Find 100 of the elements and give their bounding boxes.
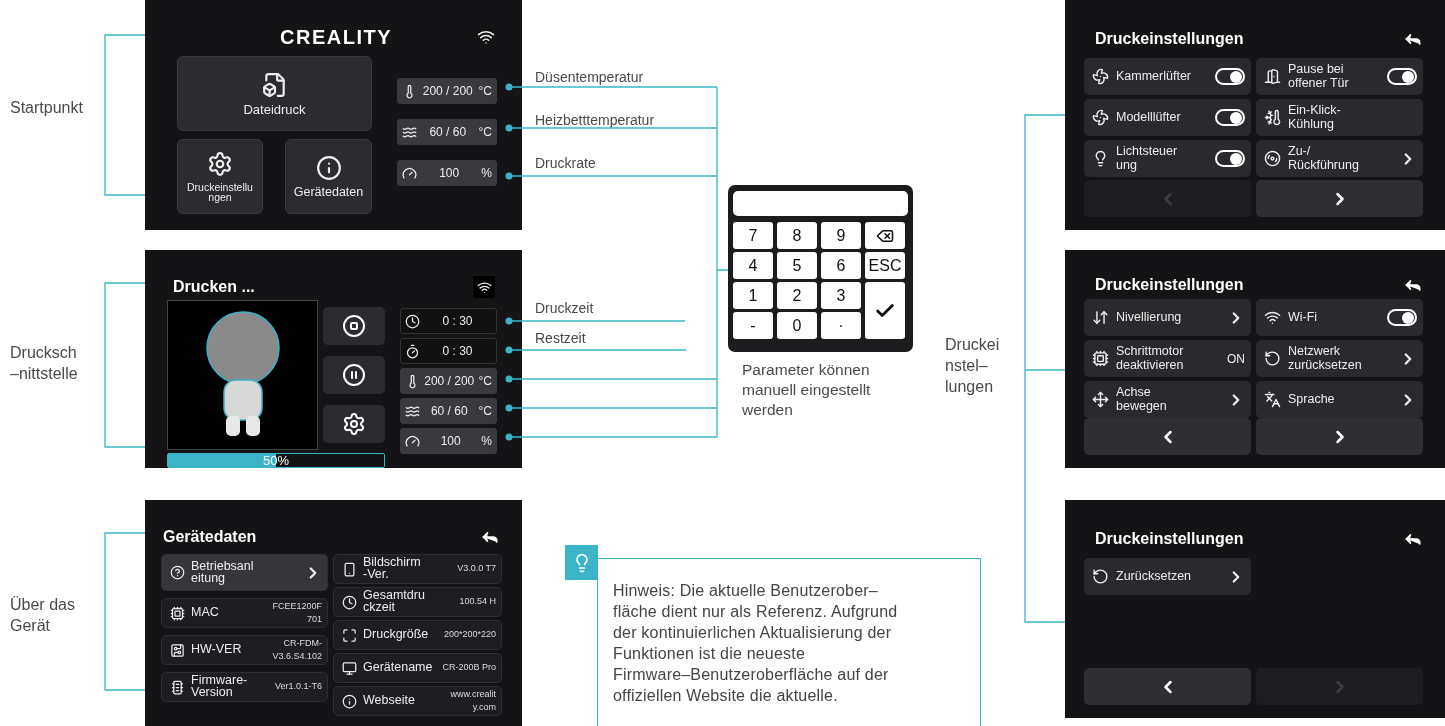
- monitor-icon: [342, 660, 357, 676]
- confirm-key[interactable]: [865, 282, 905, 339]
- toggle-switch[interactable]: [1215, 68, 1245, 85]
- readout-field[interactable]: 200 / 200 °C: [400, 368, 497, 394]
- settings-item[interactable]: Netzwerk zurücksetzen: [1256, 340, 1423, 377]
- wifi-icon: [477, 28, 495, 46]
- stop-icon: [342, 314, 366, 338]
- row-value: V3.0.0 T7: [457, 562, 496, 576]
- keypad-key[interactable]: 9: [821, 222, 861, 249]
- settings-item[interactable]: Sprache: [1256, 381, 1423, 418]
- settings-item[interactable]: Lichtsteuer ung: [1084, 140, 1251, 177]
- settings-item[interactable]: Zurücksetzen: [1084, 558, 1251, 595]
- clock-icon: [342, 594, 357, 610]
- disc-icon: [1264, 150, 1281, 167]
- keypad-key[interactable]: 0: [777, 312, 817, 339]
- input-field[interactable]: [733, 191, 908, 216]
- keypad-key[interactable]: ·: [821, 312, 861, 339]
- toggle-switch[interactable]: [1215, 150, 1245, 167]
- screen-title: Druckeinstellungen: [1095, 275, 1244, 294]
- item-label: Pause bei offener Tür: [1288, 63, 1350, 90]
- settings-item[interactable]: Wi-Fi: [1256, 299, 1423, 336]
- keypad-key[interactable]: -: [733, 312, 773, 339]
- help-icon: [170, 565, 185, 580]
- stop-button[interactable]: [323, 307, 385, 345]
- keypad-key[interactable]: 8: [777, 222, 817, 249]
- row-label: Druckgröße: [363, 629, 430, 641]
- screen-title: Drucken ...: [173, 278, 255, 296]
- menu-tile[interactable]: Dateidruck: [177, 56, 372, 131]
- toggle-switch[interactable]: [1387, 309, 1417, 326]
- section-label: Drucksch –nittstelle: [10, 343, 78, 384]
- info-icon: [315, 154, 342, 181]
- row-label: Gesamtdru ckzeit: [363, 590, 426, 614]
- toggle-switch[interactable]: [1215, 109, 1245, 126]
- readout-field[interactable]: 0 : 30: [400, 338, 497, 364]
- settings-item[interactable]: Zu-/ Rückführung: [1256, 140, 1423, 177]
- section-label: Druckei nstel– lungen: [945, 335, 1000, 397]
- readout-field[interactable]: 100 %: [397, 160, 497, 186]
- chip-icon: [170, 605, 185, 621]
- keypad-key[interactable]: 1: [733, 282, 773, 309]
- info-icon: [342, 693, 357, 709]
- keypad-key[interactable]: 4: [733, 252, 773, 279]
- logo: CREALITY: [280, 25, 392, 49]
- menu-tile[interactable]: Druckeinstellu ngen: [177, 139, 263, 214]
- settings-item[interactable]: Nivellierung: [1084, 299, 1251, 336]
- readout-field[interactable]: 60 / 60 °C: [400, 398, 497, 424]
- circuit-board-icon: [170, 642, 185, 658]
- readout-field[interactable]: 100 %: [400, 428, 497, 454]
- row-value: FCEE1200F 701: [272, 599, 322, 626]
- row-value: www.crealit y.com: [450, 687, 496, 714]
- readout-field[interactable]: 60 / 60 °C: [397, 119, 497, 145]
- settings-item[interactable]: Ein-Klick- Kühlung: [1256, 99, 1423, 136]
- item-label: Wi-Fi: [1288, 310, 1319, 325]
- keypad-key[interactable]: 3: [821, 282, 861, 309]
- settings-button[interactable]: [323, 405, 385, 443]
- keypad-key[interactable]: 2: [777, 282, 817, 309]
- row-value: CR-200B Pro: [442, 661, 496, 675]
- keypad-key[interactable]: 7: [733, 222, 773, 249]
- settings-item[interactable]: Schrittmotor deaktivieren ON: [1084, 340, 1251, 377]
- item-label: Zurücksetzen: [1116, 569, 1193, 584]
- chip-icon: [1092, 350, 1109, 367]
- info-row[interactable]: Betriebsanl eitung: [161, 554, 328, 591]
- item-value: ON: [1227, 351, 1245, 366]
- door-icon: [1264, 68, 1281, 85]
- fan-icon: [1092, 68, 1109, 85]
- pause-button[interactable]: [323, 356, 385, 394]
- item-label: Achse bewegen: [1116, 386, 1168, 413]
- pause-icon: [342, 363, 366, 387]
- settings-item[interactable]: Achse bewegen: [1084, 381, 1251, 418]
- clock-icon: [405, 313, 420, 329]
- phone-icon: [342, 561, 357, 577]
- keypad-caption: Parameter können manuell eingestellt werden: [742, 360, 871, 421]
- keypad-key[interactable]: 5: [777, 252, 817, 279]
- item-label: Schrittmotor deaktivieren: [1116, 345, 1185, 372]
- callout-label: Druckzeit: [535, 299, 594, 318]
- settings-item[interactable]: Pause bei offener Tür: [1256, 58, 1423, 95]
- row-value: 100.54 H: [459, 595, 496, 609]
- keypad-key[interactable]: ESC: [865, 252, 905, 279]
- readout-field[interactable]: 200 / 200 °C: [397, 78, 497, 104]
- toggle-switch[interactable]: [1387, 68, 1417, 85]
- item-label: Ein-Klick- Kühlung: [1288, 104, 1342, 131]
- settings-item[interactable]: Kammerlüfter: [1084, 58, 1251, 95]
- arrows-icon: [1092, 309, 1109, 326]
- item-label: Kammerlüfter: [1116, 69, 1193, 84]
- row-value: CR-FDM- V3.6.S4.102: [272, 636, 322, 663]
- callout-label: Druckrate: [535, 154, 596, 173]
- readout-field[interactable]: 0 : 30: [400, 308, 497, 334]
- wifi-icon: [1264, 309, 1281, 326]
- keypad-key[interactable]: 6: [821, 252, 861, 279]
- row-label: Gerätename: [363, 662, 434, 674]
- callout-label: Restzeit: [535, 329, 586, 348]
- reset-icon: [1264, 350, 1281, 367]
- backspace-key[interactable]: [865, 222, 905, 249]
- menu-tile[interactable]: Gerätedaten: [285, 139, 372, 214]
- item-label: Sprache: [1288, 392, 1336, 407]
- settings-item[interactable]: Modelllüfter: [1084, 99, 1251, 136]
- row-label: Betriebsanl eitung: [191, 560, 255, 585]
- thermometer-icon: [1264, 109, 1281, 126]
- gear-icon: [342, 412, 366, 436]
- item-label: Nivellierung: [1116, 310, 1183, 325]
- screen-title: Druckeinstellungen: [1095, 530, 1244, 548]
